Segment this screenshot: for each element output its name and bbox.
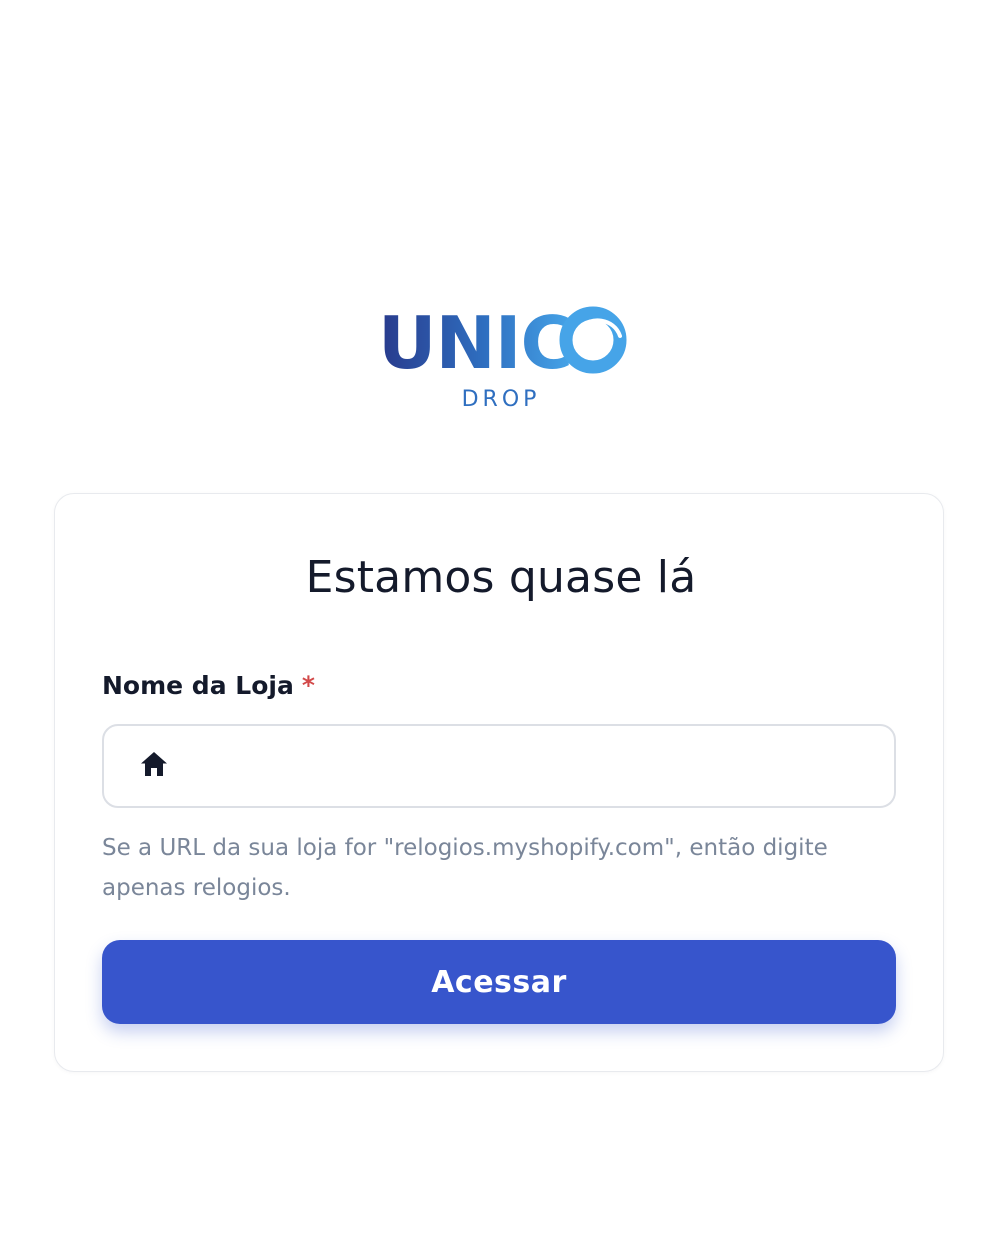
logo-wordmark: UNIC bbox=[378, 301, 572, 385]
required-mark: * bbox=[301, 671, 315, 700]
access-button[interactable]: Acessar bbox=[102, 940, 896, 1024]
unico-drop-logo: UNIC DROP bbox=[370, 300, 632, 415]
store-name-label: Nome da Loja * bbox=[102, 668, 315, 704]
page: UNIC DROP Estamos quase lá Nome da Loja *… bbox=[0, 0, 1002, 1256]
help-text: Se a URL da sua loja for "relogios.mysho… bbox=[102, 835, 828, 901]
store-name-label-text: Nome da Loja bbox=[102, 671, 294, 700]
logo-subtitle: DROP bbox=[462, 387, 541, 412]
logo-graphic: UNIC DROP bbox=[378, 301, 627, 412]
store-name-field[interactable] bbox=[102, 724, 896, 808]
store-name-input[interactable] bbox=[188, 736, 878, 796]
page-title: Estamos quase lá bbox=[305, 552, 697, 603]
home-icon bbox=[138, 748, 170, 780]
logo-swirl-mark bbox=[559, 306, 627, 374]
